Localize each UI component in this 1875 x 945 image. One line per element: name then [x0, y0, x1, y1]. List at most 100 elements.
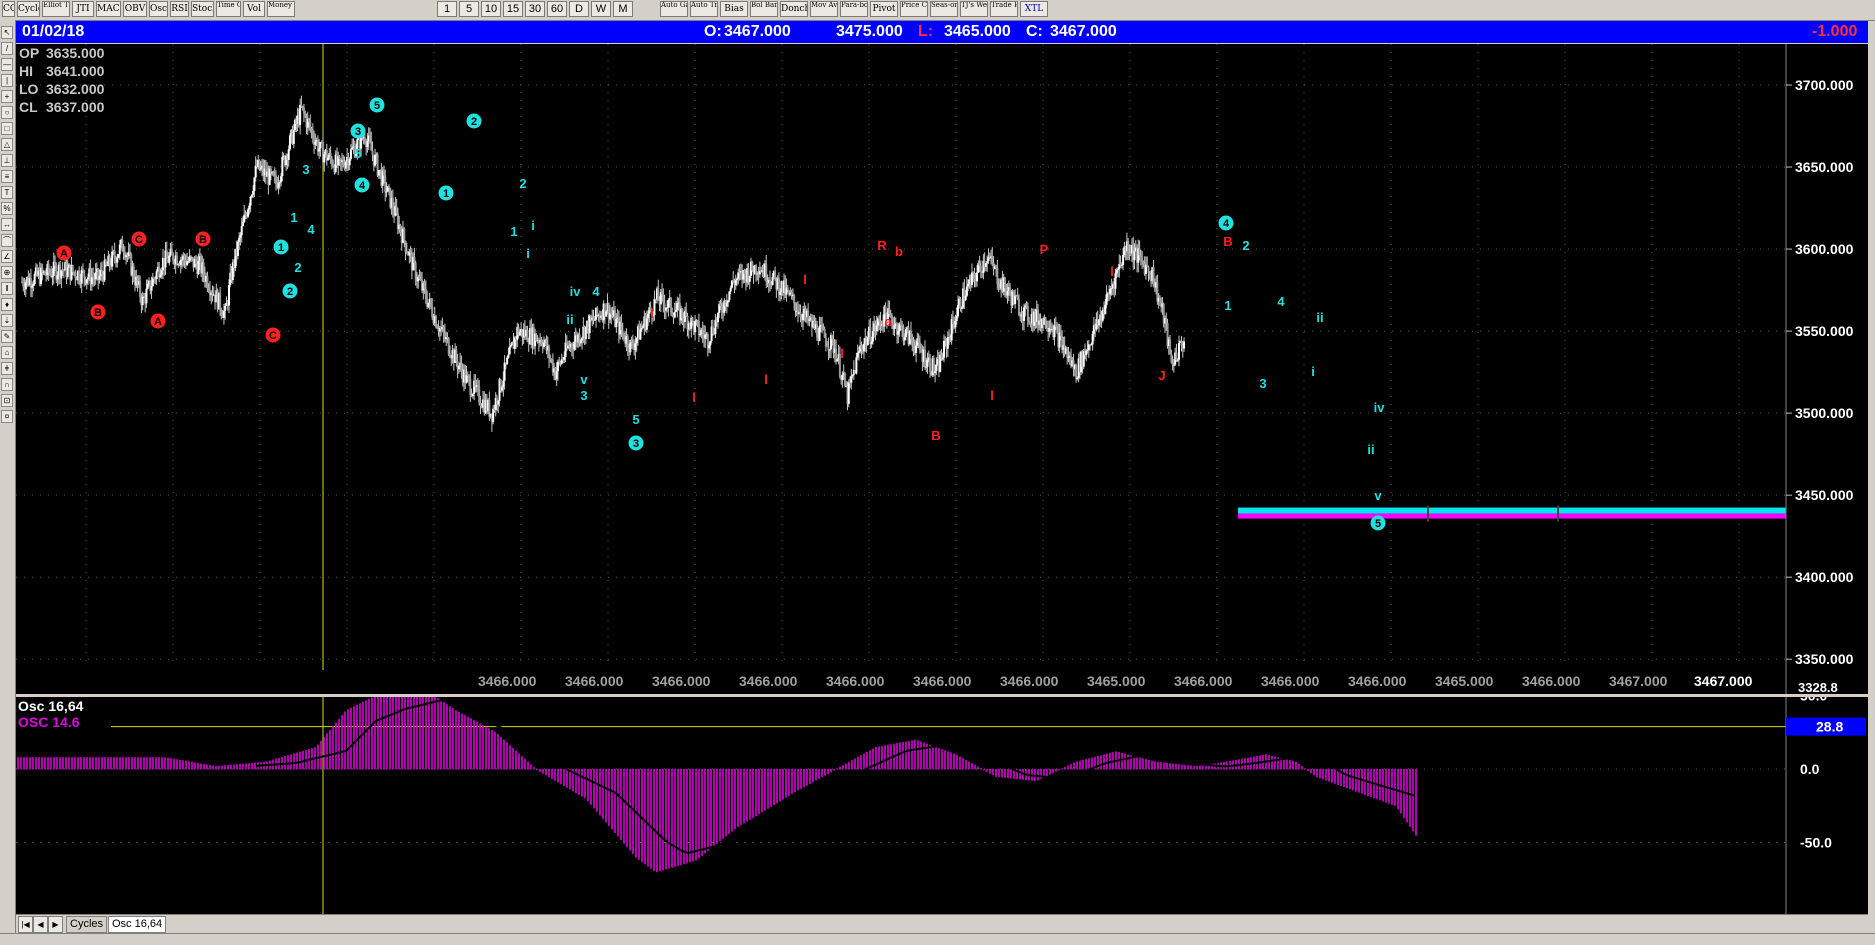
timeframe-button-10[interactable]: 10 [481, 1, 501, 17]
toolbar-button-jti[interactable]: JTI [72, 1, 94, 17]
tab-cycles[interactable]: Cycles [66, 916, 108, 933]
toolbar-button-money-flow[interactable]: Money Flow [267, 1, 295, 17]
price-candle-body [923, 349, 926, 368]
price-candle-body [54, 261, 57, 266]
nav-prev-button[interactable]: ◀ [33, 916, 48, 933]
toolbar-button-vol[interactable]: Vol [243, 1, 265, 17]
drawing-tool-icon[interactable]: ⌒ [1, 234, 13, 247]
ohlc-op-label: OP [19, 45, 39, 61]
price-candle-body [732, 280, 735, 282]
price-candle-body [348, 158, 351, 166]
drawing-tool-icon[interactable]: ¤ [1, 410, 13, 423]
price-candle-body [74, 272, 77, 279]
study-button-price-clust[interactable]: Price Clust [900, 1, 928, 17]
drawing-tool-icon[interactable]: ✎ [1, 330, 13, 343]
price-candle-body [250, 194, 253, 197]
nav-next-button[interactable]: ▶ [48, 916, 63, 933]
drawing-tool-icon[interactable]: / [1, 42, 13, 55]
study-button-para-bolic[interactable]: Para-bolic [840, 1, 868, 17]
study-button-mov-ave[interactable]: Mov Ave [810, 1, 838, 17]
toolbar-button-rsi[interactable]: RSI [170, 1, 189, 17]
study-button-bol-band[interactable]: Bol Band [750, 1, 778, 17]
drawing-tool-icon[interactable]: ○ [1, 106, 13, 119]
price-candle-body [175, 255, 178, 265]
oscillator-chart[interactable]: 50.0 0.0 -50.0 28.8 Osc 16,64OSC 14.6 [16, 684, 1868, 914]
price-candle-body [24, 282, 27, 290]
price-candle-body [468, 375, 471, 379]
drawing-tool-icon[interactable]: ⊥ [1, 154, 13, 167]
toolbar-button-obv[interactable]: OBV [123, 1, 147, 17]
study-button-auto-gann[interactable]: Auto Gann [660, 1, 688, 17]
drawing-tool-icon[interactable]: ≡ [1, 170, 13, 183]
toolbar-button-macd[interactable]: MACD [96, 1, 121, 17]
study-button-seas-onals[interactable]: Seas-onals [930, 1, 958, 17]
toolbar-button-time-clust[interactable]: Time Clust [216, 1, 241, 17]
drawing-tool-icon[interactable]: □ [1, 122, 13, 135]
wave-label: iv [1374, 400, 1386, 415]
price-candle-body [915, 345, 918, 353]
price-candle-body [414, 263, 417, 281]
timeframe-button-w[interactable]: W [591, 1, 611, 17]
toolbar-button-stoch[interactable]: Stoch [191, 1, 214, 17]
toolbar-button-osc[interactable]: Osc [149, 1, 168, 17]
price-candle-body [508, 346, 511, 355]
price-candle-body [973, 273, 976, 279]
wave-label: 3 [1259, 376, 1266, 391]
price-candle-body [395, 206, 398, 214]
drawing-tool-icon[interactable]: ∠ [1, 250, 13, 263]
timeframe-button-60[interactable]: 60 [547, 1, 567, 17]
drawing-tool-icon[interactable]: ⌂ [1, 346, 13, 359]
timeframe-button-5[interactable]: 5 [459, 1, 479, 17]
price-candle-body [824, 337, 827, 347]
drawing-tool-icon[interactable]: ⊕ [1, 266, 13, 279]
wave-label: i [1311, 364, 1315, 379]
drawing-tool-icon[interactable]: ♦ [1, 298, 13, 311]
drawing-tool-icon[interactable]: ∩ [1, 378, 13, 391]
price-candle-body [85, 279, 88, 284]
drawing-tool-icon[interactable]: | [1, 74, 13, 87]
drawing-tool-icon[interactable]: △ [1, 138, 13, 151]
wave-label: A [60, 248, 68, 260]
price-candle-body [145, 288, 148, 304]
study-button-donch[interactable]: Donch [780, 1, 808, 17]
toolbar-button-elliot-trig[interactable]: Elliot Trig [42, 1, 70, 17]
drawing-tool-icon[interactable]: ⊡ [1, 394, 13, 407]
drawing-tool-icon[interactable]: T [1, 186, 13, 199]
drawing-tool-icon[interactable]: — [1, 58, 13, 71]
study-button-auto-trend[interactable]: Auto Trend [690, 1, 718, 17]
timeframe-button-m[interactable]: M [613, 1, 633, 17]
price-candle-body [310, 128, 313, 131]
price-candle-body [697, 321, 700, 335]
ohlc-hi-label: HI [19, 63, 33, 79]
drawing-tool-icon[interactable]: % [1, 202, 13, 215]
timeframe-button-30[interactable]: 30 [525, 1, 545, 17]
wave-label: B [931, 428, 940, 443]
drawing-tool-icon[interactable]: ⇣ [1, 314, 13, 327]
timeframe-button-1[interactable]: 1 [437, 1, 457, 17]
right-scroll-strip[interactable] [1868, 44, 1875, 914]
study-button-trade-profile[interactable]: Trade Profile [990, 1, 1018, 17]
price-candle-body [155, 271, 158, 280]
timeframe-button-15[interactable]: 15 [503, 1, 523, 17]
price-chart[interactable]: A B C A B C 1 2 3 1 2 4 3 5 4 5 2 1 2 1 i i ii iv 4 v 3 5 3 l l l l l Rb a B… [16, 44, 1868, 695]
price-candle-body [507, 354, 510, 358]
price-candle-body [1109, 288, 1112, 295]
price-candle-body [220, 310, 223, 315]
toolbar-button-cci[interactable]: CCI [2, 1, 15, 17]
drawing-tool-icon[interactable]: + [1, 90, 13, 103]
study-button-tj-s-web[interactable]: TJ's Web [960, 1, 988, 17]
drawing-tool-icon[interactable]: ‖ [1, 282, 13, 295]
study-button-pivot[interactable]: Pivot [870, 1, 898, 17]
timeframe-button-d[interactable]: D [569, 1, 589, 17]
drawing-tool-icon[interactable]: ↖ [1, 26, 13, 39]
drawing-tool-icon[interactable]: ↔ [1, 218, 13, 231]
price-candle-body [1104, 304, 1107, 314]
price-axis-label: 3550.000 [1795, 323, 1854, 339]
study-button-xtl[interactable]: XTL [1020, 1, 1048, 17]
nav-first-button[interactable]: |◀ [18, 916, 33, 933]
toolbar-button-cycles[interactable]: Cycles [17, 1, 40, 17]
study-button-bias[interactable]: Bias [720, 1, 748, 17]
tab-osc[interactable]: Osc 16,64 [108, 916, 167, 933]
price-candle-body [843, 372, 846, 386]
drawing-tool-icon[interactable]: ǂ [1, 362, 13, 375]
